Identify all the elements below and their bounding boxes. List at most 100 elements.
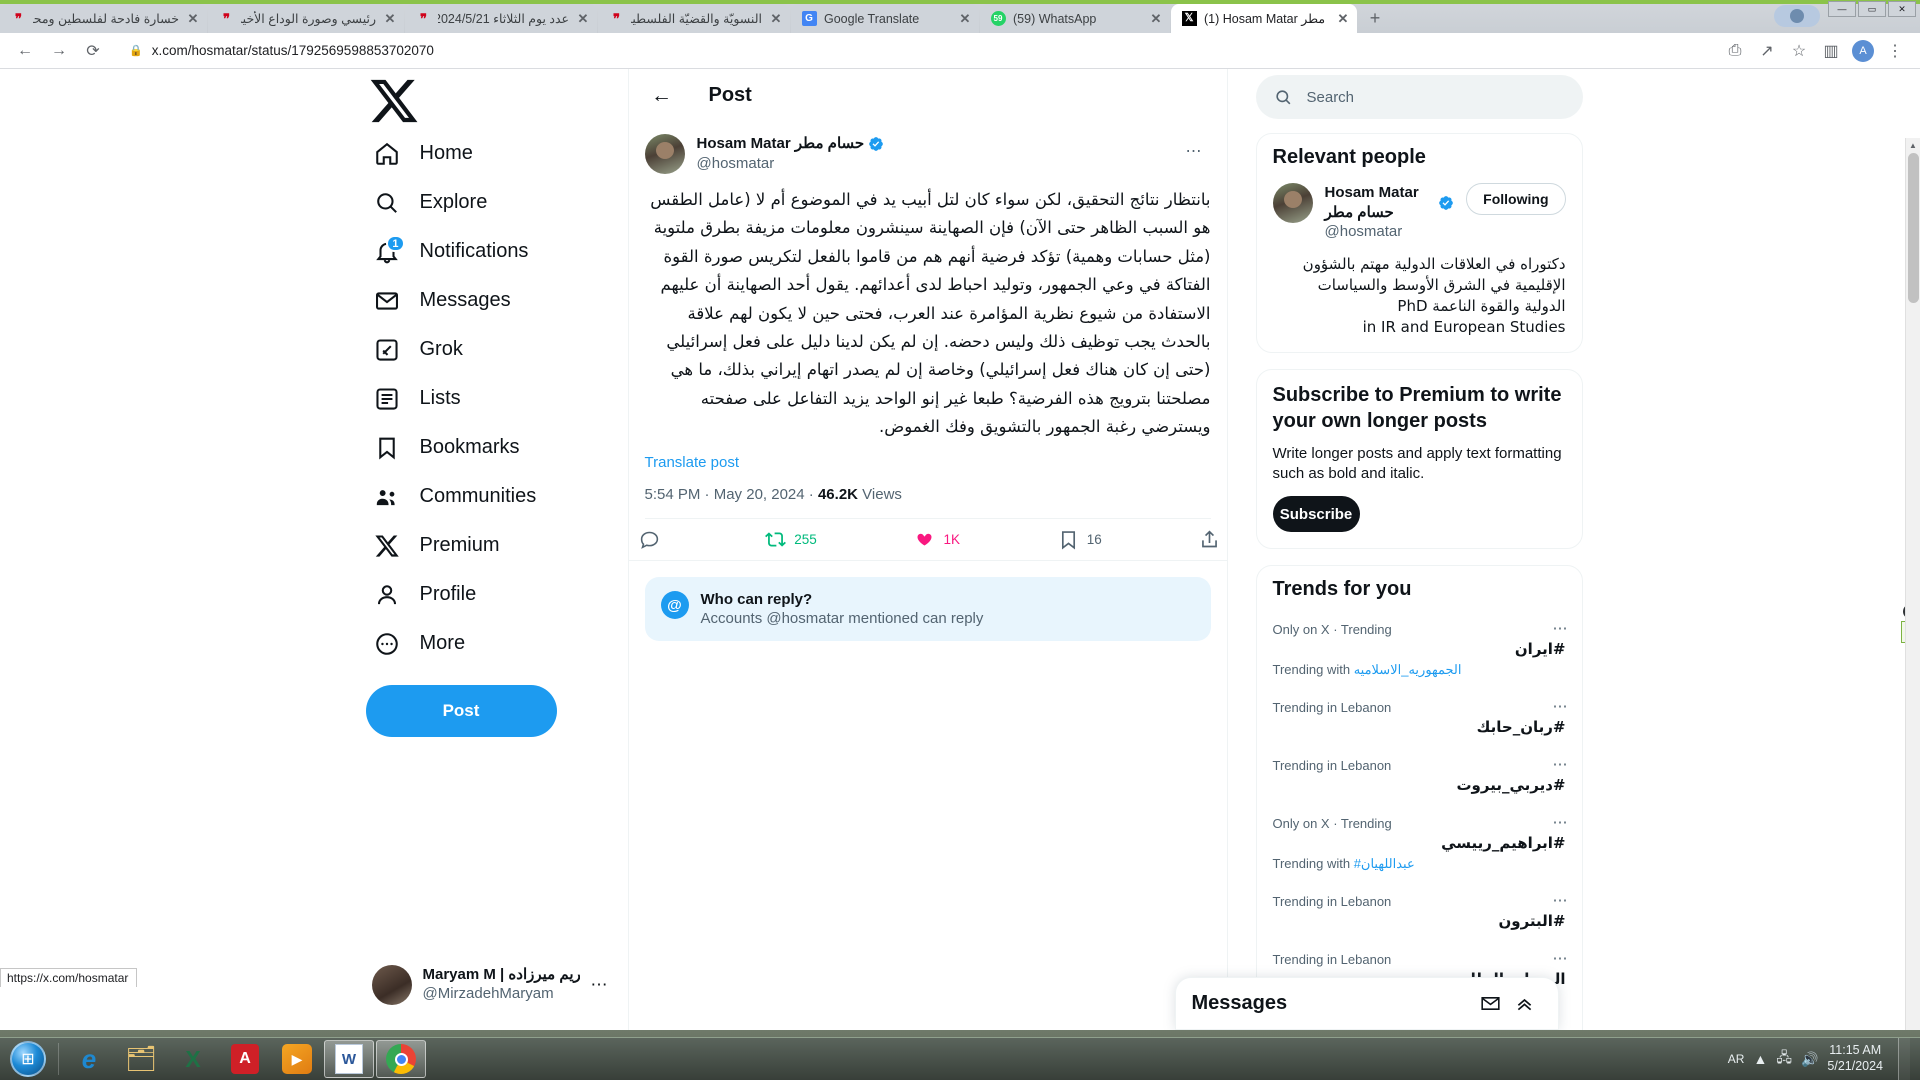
subscribe-button[interactable]: Subscribe (1273, 496, 1360, 532)
search-box[interactable] (1256, 75, 1583, 119)
post-author-name[interactable]: Hosam Matar حسام مطر (697, 134, 865, 154)
sidebar-item-bookmarks[interactable]: Bookmarks (360, 423, 534, 472)
address-bar[interactable]: 🔒 x.com/hosmatar/status/1792569598853702… (120, 38, 1712, 64)
adobe-reader-icon[interactable]: A (220, 1040, 270, 1078)
windows-media-player-icon[interactable]: ▶ (272, 1040, 322, 1078)
back-arrow-icon[interactable]: ← (10, 36, 40, 66)
sidebar-item-lists[interactable]: Lists (360, 374, 475, 423)
sidebar-item-notifications[interactable]: 1Notifications (360, 227, 543, 276)
close-icon[interactable]: ✕ (768, 11, 784, 27)
bookmark-count: 16 (1087, 532, 1102, 547)
share-icon[interactable] (1199, 529, 1220, 550)
avatar[interactable] (645, 134, 685, 174)
sidebar-item-messages[interactable]: Messages (360, 276, 525, 325)
trend-item[interactable]: ⋯Only on X · Trending#ايرانTrending with… (1257, 611, 1582, 689)
star-icon[interactable]: ☆ (1784, 36, 1814, 66)
sidebar-item-communities[interactable]: Communities (360, 472, 551, 521)
retweet-button[interactable]: 255 (765, 529, 817, 550)
whatsapp-icon: 59 (991, 11, 1006, 26)
title-bar: ❞خسارة فادحة لفلسطين ومحور المقاومة وأخ✕… (0, 0, 1920, 33)
chevron-up-icon[interactable] (1508, 987, 1542, 1021)
ellipsis-icon[interactable]: ⋯ (1553, 755, 1568, 773)
account-switcher[interactable]: Maryam M | مريم ميرزاده @MirzadehMaryam … (360, 954, 620, 1016)
sidebar-item-explore[interactable]: Explore (360, 178, 502, 227)
ellipsis-icon[interactable]: ⋯ (1553, 949, 1568, 967)
show-hidden-icons-icon[interactable]: ▲ (1753, 1051, 1767, 1067)
scrollbar-thumb[interactable] (1908, 153, 1919, 303)
network-icon[interactable]: 🖧 (1776, 1047, 1792, 1071)
scroll-up-arrow-icon[interactable]: ▲ (1906, 138, 1920, 153)
language-indicator[interactable]: AR (1728, 1052, 1745, 1066)
ellipsis-icon[interactable]: ⋯ (1177, 134, 1211, 168)
sidebar-item-home[interactable]: Home (360, 129, 487, 178)
trend-item[interactable]: ⋯Trending in Lebanon#ربان_حابك (1257, 689, 1582, 747)
word-icon[interactable]: W (324, 1040, 374, 1078)
close-icon[interactable]: ✕ (1148, 11, 1164, 27)
post-button[interactable]: Post (366, 685, 557, 737)
avatar[interactable] (1273, 183, 1313, 223)
browser-tab[interactable]: ❞خسارة فادحة لفلسطين ومحور المقاومة وأخ✕ (0, 4, 207, 33)
minimize-button[interactable]: — (1828, 1, 1856, 17)
post-time: 5:54 PM (645, 486, 701, 503)
reply-button[interactable] (639, 529, 668, 550)
excel-icon[interactable]: X (168, 1040, 218, 1078)
clock[interactable]: 11:15 AM 5/21/2024 (1827, 1043, 1883, 1074)
x-logo-icon[interactable] (368, 75, 420, 127)
browser-profile-chip[interactable] (1774, 5, 1820, 27)
translate-post-link[interactable]: Translate post (645, 454, 1211, 471)
reload-icon[interactable]: ⟳ (78, 36, 108, 66)
sidebar-item-more[interactable]: More (360, 619, 480, 668)
following-button[interactable]: Following (1466, 183, 1565, 215)
forward-arrow-icon[interactable]: → (44, 36, 74, 66)
ellipsis-icon[interactable]: ⋯ (591, 975, 608, 995)
relevant-person-name[interactable]: Hosam Matar حسام مطر (1325, 183, 1435, 222)
profile-avatar[interactable]: A (1852, 40, 1874, 62)
post-container: Hosam Matar حسام مطر @hosmatar ⋯ بانتظار… (629, 122, 1227, 519)
page-scrollbar[interactable]: ▲ (1905, 138, 1920, 1030)
trend-item[interactable]: ⋯Trending in Lebanon#ديربي_بيروت (1257, 747, 1582, 805)
chrome-icon[interactable] (376, 1040, 426, 1078)
messages-dock[interactable]: Messages (1175, 977, 1559, 1030)
trend-item[interactable]: ⋯Trending in Lebanon#البترون (1257, 883, 1582, 941)
ellipsis-icon[interactable]: ⋯ (1553, 619, 1568, 637)
browser-tab[interactable]: 59(59) WhatsApp✕ (980, 4, 1170, 33)
ellipsis-icon[interactable]: ⋯ (1553, 697, 1568, 715)
sidebar-item-grok[interactable]: Grok (360, 325, 477, 374)
side-panel-icon[interactable]: ▥ (1816, 36, 1846, 66)
x-icon: 𝕏 (1182, 11, 1197, 26)
kebab-menu-icon[interactable]: ⋮ (1880, 36, 1910, 66)
sidebar-item-profile[interactable]: Profile (360, 570, 491, 619)
file-explorer-icon[interactable]: 🗂 (116, 1040, 166, 1078)
close-window-button[interactable]: ✕ (1888, 1, 1916, 17)
show-desktop-button[interactable] (1898, 1038, 1910, 1081)
browser-tab[interactable]: ❞رئيسي وصورة الوداع الأخير✕ (208, 4, 404, 33)
new-tab-button[interactable]: + (1362, 5, 1388, 31)
relevant-person-bio-ar: دكتوراه في العلاقات الدولية مهتم بالشؤون… (1303, 255, 1566, 315)
volume-icon[interactable]: 🔊 (1801, 1051, 1818, 1068)
ellipsis-icon[interactable]: ⋯ (1553, 813, 1568, 831)
trend-with-tag[interactable]: #عبداللهيان (1354, 856, 1415, 871)
close-icon[interactable]: ✕ (382, 11, 398, 27)
search-input[interactable] (1307, 89, 1565, 106)
close-icon[interactable]: ✕ (957, 11, 973, 27)
share-icon[interactable]: ↗ (1752, 36, 1782, 66)
maximize-button[interactable]: ▭ (1858, 1, 1886, 17)
back-arrow-icon[interactable]: ← (645, 79, 679, 113)
browser-tab[interactable]: ❞عدد يوم الثلاثاء 2024/5/21✕ (405, 4, 597, 33)
windows-start-icon[interactable]: ⊞ (2, 1039, 54, 1079)
close-icon[interactable]: ✕ (185, 11, 201, 27)
new-message-icon[interactable] (1474, 987, 1508, 1021)
browser-tab[interactable]: ❞النسويّة والقضيّة الفلسطينيّة✕ (598, 4, 790, 33)
bookmark-button[interactable]: 16 (1058, 529, 1102, 550)
trend-item[interactable]: ⋯Only on X · Trending#ابراهيم_رييسيTrend… (1257, 805, 1582, 883)
like-button[interactable]: 1K (914, 529, 960, 550)
browser-tab[interactable]: GGoogle Translate✕ (791, 4, 979, 33)
internet-explorer-icon[interactable]: e (64, 1040, 114, 1078)
ellipsis-icon[interactable]: ⋯ (1553, 891, 1568, 909)
browser-tab[interactable]: 𝕏(1) Hosam Matar حسام مطر on X: "✕ (1171, 4, 1357, 33)
install-icon[interactable]: ⎙ (1720, 36, 1750, 66)
trend-with-tag[interactable]: الجمهوريه_الاسلاميه (1354, 662, 1462, 677)
close-icon[interactable]: ✕ (575, 11, 591, 27)
sidebar-item-premium[interactable]: Premium (360, 521, 514, 570)
close-icon[interactable]: ✕ (1335, 11, 1351, 27)
